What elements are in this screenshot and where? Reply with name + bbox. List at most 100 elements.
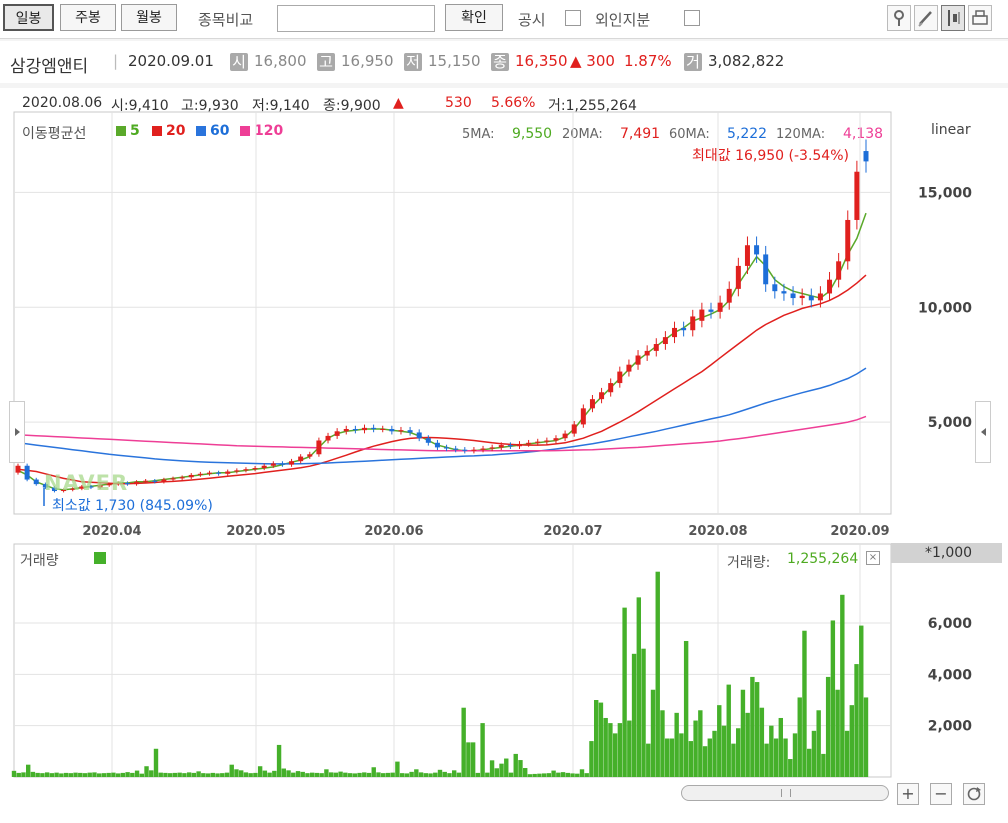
candle-body (170, 478, 176, 480)
volume-bar (854, 664, 859, 777)
volume-bar (385, 772, 391, 777)
candle-body (298, 456, 304, 462)
candle-body (599, 392, 605, 400)
volume-bar (239, 770, 244, 777)
volume-bar (835, 689, 840, 777)
candle-body (744, 245, 750, 266)
chevron-left-icon (981, 428, 986, 436)
candle-body (352, 429, 358, 431)
low-tag: 저 (404, 53, 422, 71)
volume-bar (631, 653, 637, 777)
volume-bar (570, 773, 575, 777)
candle-body (517, 443, 523, 447)
volume-bar (333, 772, 339, 777)
max-value-annotation: 최대값 16,950 (-3.54%) (692, 148, 849, 164)
candle-body (380, 429, 386, 431)
volume-bar (177, 772, 182, 777)
zoom-in-button[interactable]: + (897, 783, 919, 805)
volume-bar (310, 772, 315, 777)
daily-button[interactable]: 일봉 (3, 4, 54, 31)
confirm-button[interactable]: 확인 (445, 4, 503, 31)
volume-bar (54, 772, 59, 777)
candle-body (361, 427, 367, 431)
candle-body (462, 449, 468, 451)
volume-bar (745, 712, 750, 777)
reset-button[interactable] (963, 783, 985, 805)
draw-tool-button[interactable] (914, 5, 938, 31)
volume-current-value: 1,255,264 (787, 551, 859, 567)
candle-body (261, 465, 267, 469)
candle-body (407, 430, 413, 433)
candle-body (453, 448, 459, 450)
compare-input[interactable] (277, 5, 435, 32)
indicator-tool-button[interactable] (887, 5, 911, 31)
volume-bar (764, 743, 769, 777)
candle-body (216, 472, 222, 474)
volume-bar (106, 772, 111, 777)
stock-info-bar: 삼강엠앤티 | 2020.09.01 시 16,800 고 16,950 저 1… (0, 41, 1008, 83)
volume-bar (224, 772, 230, 777)
volume-bar (115, 773, 121, 777)
volume-bar (456, 772, 462, 777)
candle-body (662, 337, 668, 345)
candle-body (33, 479, 39, 485)
scroll-grip-icon (781, 789, 791, 797)
volume-bar (594, 700, 599, 777)
foreign-ratio-checkbox[interactable] (684, 10, 700, 26)
volume-bar (158, 772, 163, 777)
chart-toolbar: 일봉 주봉 월봉 종목비교 확인 공시 외인지분 (0, 0, 1008, 39)
volume-bar (395, 761, 400, 777)
volume-bar (220, 773, 225, 777)
monthly-button[interactable]: 월봉 (121, 4, 177, 31)
volume-unit: *1,000 (925, 545, 973, 561)
print-button[interactable] (968, 5, 992, 31)
candle-body (225, 471, 231, 474)
volume-bar (470, 742, 476, 777)
volume-bar (172, 772, 178, 777)
volume-bar (73, 772, 78, 777)
volume-bar (262, 770, 268, 777)
volume-bar (149, 770, 154, 777)
volume-bar (452, 770, 457, 777)
weekly-button[interactable]: 주봉 (60, 4, 116, 31)
candle-body (152, 480, 158, 482)
x-tick-label: 2020.06 (364, 524, 423, 539)
volume-bar (201, 773, 206, 777)
volume-bar (163, 772, 168, 777)
volume-bar (788, 759, 793, 777)
volume-bar (49, 773, 55, 777)
disclosure-checkbox[interactable] (565, 10, 581, 26)
zoom-out-button[interactable]: − (930, 783, 952, 805)
volume-bar (78, 772, 83, 777)
volume-bar (68, 773, 73, 777)
close-price: 16,350 (515, 52, 568, 70)
volume-bar (532, 773, 537, 777)
crosshair-tool-button[interactable] (941, 5, 965, 31)
volume-bar (343, 772, 348, 777)
volume-bar (433, 772, 438, 777)
candle-body (289, 461, 295, 465)
volume-bar (87, 772, 92, 777)
candle-body (854, 171, 860, 220)
candle-body (24, 465, 30, 480)
candle-body (279, 463, 285, 465)
volume-bar (811, 730, 817, 777)
horizontal-scrollbar[interactable] (681, 785, 889, 801)
separator: | (113, 52, 119, 70)
close-icon[interactable]: × (866, 551, 880, 565)
left-collapse-handle[interactable] (9, 401, 25, 463)
right-collapse-handle[interactable] (975, 401, 991, 463)
volume-bar (97, 773, 102, 777)
volume-bar (466, 742, 471, 777)
close-tag: 종 (491, 53, 509, 71)
volume-bar (830, 620, 836, 777)
volume-bar (598, 702, 604, 777)
candle-body (444, 447, 450, 449)
volume-bar (144, 766, 149, 777)
volume-bar (281, 768, 286, 777)
candle-body (781, 291, 787, 294)
candle-body (15, 465, 21, 473)
min-value-annotation: 최소값 1,730 (845.09%) (52, 498, 213, 514)
volume-tag: 거 (684, 53, 702, 71)
candle-body (726, 288, 732, 303)
